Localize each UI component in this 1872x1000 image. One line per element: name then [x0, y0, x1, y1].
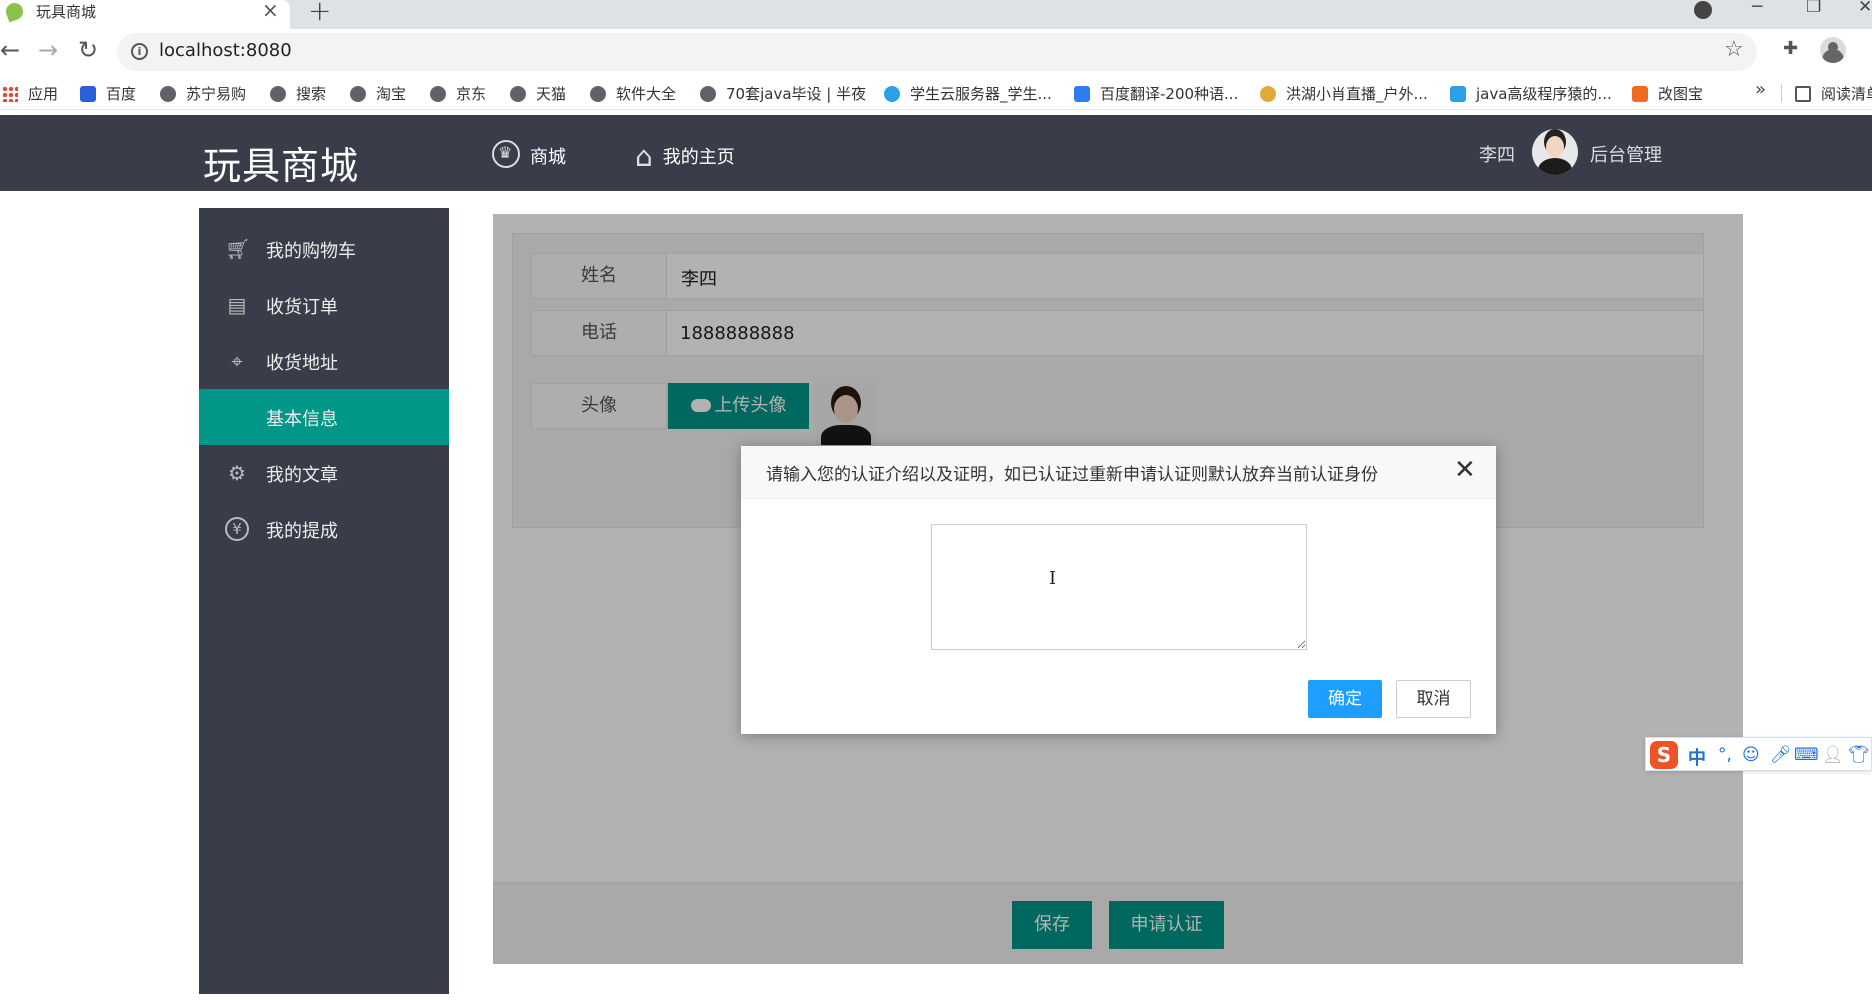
paw-icon: [80, 86, 96, 102]
bookmark-item[interactable]: 京东: [430, 83, 486, 104]
info-icon[interactable]: i: [131, 43, 148, 60]
tab-close-icon[interactable]: ×: [262, 0, 279, 22]
apps-grid-icon: [2, 86, 18, 102]
sidebar-item-cart[interactable]: 🛒︎ 我的购物车: [199, 221, 449, 277]
forward-icon[interactable]: →: [38, 36, 58, 64]
text-cursor-icon: I: [1049, 568, 1057, 589]
window-close-icon[interactable]: ✕: [1858, 0, 1872, 17]
sidebar-item-articles[interactable]: ⚙ 我的文章: [199, 445, 449, 501]
globe-icon: [700, 86, 716, 102]
sogou-logo-icon[interactable]: S: [1650, 741, 1678, 769]
leaf-favicon-icon: [3, 0, 26, 23]
bookmark-star-icon[interactable]: ☆: [1724, 37, 1744, 62]
ime-mode[interactable]: 中: [1688, 744, 1706, 770]
ime-toolbar[interactable]: S 中 °, ☺ 🎤︎ ⌨ 👤︎ 👕︎: [1645, 737, 1872, 771]
nav-my-home[interactable]: ⌂ 我的主页: [635, 140, 735, 173]
admin-link[interactable]: 后台管理: [1590, 141, 1662, 167]
bookmark-item[interactable]: 洪湖小肖直播_户外...: [1260, 83, 1428, 104]
confirm-button[interactable]: 确定: [1308, 680, 1382, 718]
bookmark-item[interactable]: 百度翻译-200种语...: [1074, 83, 1238, 104]
document-icon: ▤: [227, 293, 247, 317]
keyboard-icon[interactable]: ⌨: [1794, 745, 1819, 765]
user-name[interactable]: 李四: [1479, 141, 1515, 167]
bookmark-item[interactable]: java高级程序猿的...: [1450, 83, 1612, 104]
back-icon[interactable]: ←: [0, 36, 20, 64]
profile-avatar-icon[interactable]: [1820, 37, 1846, 63]
bookmarks-overflow-icon[interactable]: »: [1755, 79, 1766, 100]
bookmark-item[interactable]: 百度: [80, 83, 136, 104]
sidebar: 🛒︎ 我的购物车 ▤ 收货订单 ⌖ 收货地址 基本信息 ⚙ 我的文章 ¥ 我的提…: [199, 208, 449, 994]
bookmark-item[interactable]: 天猫: [510, 83, 566, 104]
bookmarks-divider: [1781, 84, 1782, 102]
bookmark-item[interactable]: 70套java毕设 | 半夜: [700, 83, 866, 104]
minimize-icon[interactable]: ─: [1752, 0, 1762, 17]
location-icon: ⌖: [231, 349, 243, 373]
sidebar-item-basic-info[interactable]: 基本信息: [199, 389, 449, 445]
globe-icon: [510, 86, 526, 102]
cloud-icon: [884, 86, 900, 102]
sidebar-item-orders[interactable]: ▤ 收货订单: [199, 277, 449, 333]
bookmark-item[interactable]: 软件大全: [590, 83, 676, 104]
microphone-icon[interactable]: 🎤︎: [1770, 745, 1792, 765]
bookmark-item[interactable]: 淘宝: [350, 83, 406, 104]
image-tool-icon: [1632, 86, 1648, 102]
bookmark-apps[interactable]: 应用: [2, 83, 58, 104]
tab-title: 玩具商城: [36, 3, 97, 21]
globe-icon: [350, 86, 366, 102]
home-icon: ⌂: [635, 140, 653, 173]
site-header: 玩具商城 商城 ⌂我的主页 李四 后台管理: [0, 115, 1872, 191]
sidebar-item-address[interactable]: ⌖ 收货地址: [199, 333, 449, 389]
profile-download-icon[interactable]: [1694, 1, 1712, 19]
bookmark-item[interactable]: 苏宁易购: [160, 83, 246, 104]
translate-icon: [1074, 86, 1090, 102]
user-avatar[interactable]: [1532, 129, 1578, 175]
url-text[interactable]: localhost:8080: [159, 40, 292, 61]
yen-icon: ¥: [225, 517, 249, 541]
globe-icon: [270, 86, 286, 102]
browser-tab-bar: 玩具商城 × + ─ ❐ ✕: [0, 0, 1872, 29]
bookmark-item[interactable]: 学生云服务器_学生...: [884, 83, 1052, 104]
crown-icon: [492, 140, 520, 168]
cancel-button[interactable]: 取消: [1396, 680, 1471, 718]
reading-list[interactable]: 阅读清单: [1795, 83, 1872, 104]
bookmark-item[interactable]: 搜索: [270, 83, 326, 104]
punctuation-icon[interactable]: °,: [1718, 745, 1732, 765]
certification-textarea[interactable]: [931, 524, 1307, 650]
site-logo[interactable]: 玩具商城: [203, 135, 359, 190]
gear-icon: ⚙: [228, 461, 246, 485]
dialog-title: 请输入您的认证介绍以及证明，如已认证过重新申请认证则默认放弃当前认证身份: [766, 465, 1378, 485]
bookmarks-bar: 应用 百度 苏宁易购 搜索 淘宝 京东 天猫 软件大全 70套java毕设 | …: [0, 75, 1872, 110]
user-icon[interactable]: 👤︎: [1822, 745, 1844, 765]
extensions-icon[interactable]: ✚: [1783, 38, 1798, 59]
skin-icon[interactable]: 👕︎: [1848, 745, 1870, 765]
new-tab-icon[interactable]: +: [308, 0, 331, 27]
globe-icon: [160, 86, 176, 102]
browser-toolbar: ← → ↻ i localhost:8080 ☆ ✚: [0, 29, 1872, 75]
address-bar[interactable]: i localhost:8080 ☆: [117, 33, 1757, 71]
sidebar-item-commission[interactable]: ¥ 我的提成: [199, 501, 449, 557]
nav-mall[interactable]: 商城: [492, 140, 566, 169]
dialog-header: 请输入您的认证介绍以及证明，如已认证过重新申请认证则默认放弃当前认证身份 ✕: [741, 446, 1496, 499]
globe-icon: [430, 86, 446, 102]
globe-icon: [590, 86, 606, 102]
emoji-icon[interactable]: ☺: [1742, 745, 1760, 765]
bilibili-icon: [1450, 86, 1466, 102]
cart-icon: 🛒︎: [225, 237, 251, 261]
browser-tab[interactable]: 玩具商城 ×: [0, 0, 290, 29]
reload-icon[interactable]: ↻: [78, 36, 98, 64]
certification-dialog: 请输入您的认证介绍以及证明，如已认证过重新申请认证则默认放弃当前认证身份 ✕ I…: [741, 446, 1496, 734]
close-icon[interactable]: ✕: [1454, 456, 1476, 484]
live-icon: [1260, 86, 1276, 102]
bookmark-item[interactable]: 改图宝: [1632, 83, 1703, 104]
reading-list-icon: [1795, 86, 1811, 102]
restore-icon[interactable]: ❐: [1806, 0, 1821, 17]
